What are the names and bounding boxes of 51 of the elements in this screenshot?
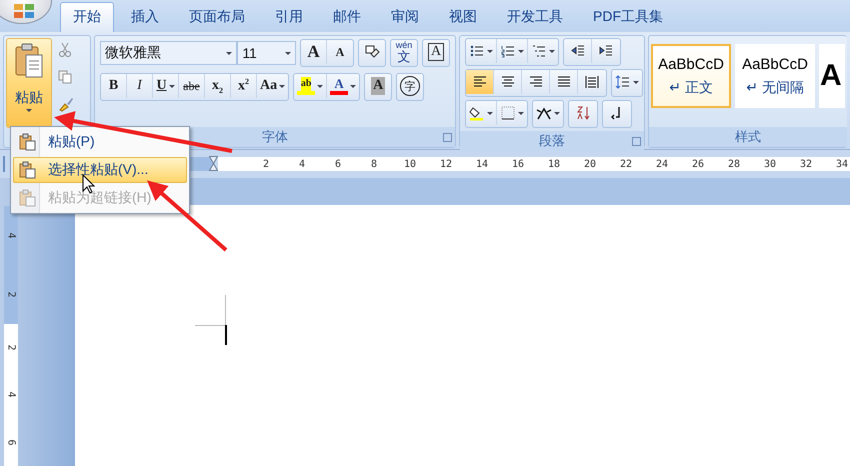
format-button[interactable]: ab xyxy=(294,74,328,98)
multilevel-icon xyxy=(531,43,547,59)
group-label: 段落 xyxy=(460,131,644,151)
font-size-field[interactable]: 11 xyxy=(237,41,296,65)
format-button[interactable]: A xyxy=(301,40,327,64)
office-logo-icon xyxy=(14,4,34,18)
clipboard-icon xyxy=(18,189,36,207)
ribbon-tab[interactable]: 邮件 xyxy=(320,2,374,32)
numbering-icon xyxy=(500,43,516,59)
paste-button[interactable]: 粘贴 xyxy=(6,38,52,128)
format-button[interactable]: A xyxy=(327,40,353,64)
ribbon-tab[interactable]: 视图 xyxy=(436,2,490,32)
clipboard-icon xyxy=(18,161,36,179)
style-tile[interactable]: AaBbCcD ↵ 正文 xyxy=(651,44,731,108)
style-tile[interactable]: AaBbCcD ↵ 无间隔 xyxy=(735,44,815,108)
format-button[interactable]: I xyxy=(127,74,153,98)
format-button[interactable]: x$_{2}$ xyxy=(205,74,231,98)
format-button[interactable]: Aa xyxy=(257,74,288,98)
shading-icon xyxy=(469,105,485,121)
align-left-button[interactable] xyxy=(466,70,494,94)
sort-icon xyxy=(575,105,591,121)
clipboard-icon xyxy=(18,133,36,151)
menu-item[interactable]: 选择性粘贴(V)... xyxy=(13,157,187,183)
asian-layout-icon xyxy=(536,105,552,121)
scissors-icon[interactable] xyxy=(58,42,72,58)
format-button[interactable]: abe xyxy=(179,74,205,98)
style-tile[interactable]: A xyxy=(819,44,845,108)
group-label: 样式 xyxy=(649,127,847,147)
ribbon-tab[interactable]: 插入 xyxy=(118,2,172,32)
bullets-icon xyxy=(469,43,485,59)
vertical-ruler: 4 2 2 4 6 xyxy=(4,206,18,466)
format-button[interactable]: A xyxy=(327,74,360,98)
text-cursor xyxy=(225,325,227,345)
line-spacing-icon xyxy=(615,74,631,90)
ribbon-tab[interactable]: 开发工具 xyxy=(494,2,576,32)
distribute-icon xyxy=(584,74,600,90)
eraser-icon xyxy=(364,44,380,60)
ribbon-tab[interactable]: 开始 xyxy=(60,2,114,32)
format-button[interactable]: x$^{2}$ xyxy=(231,74,257,98)
font-name-field[interactable]: 微软雅黑 xyxy=(100,41,238,65)
format-button[interactable]: B xyxy=(101,74,127,98)
ribbon-tab[interactable]: 审阅 xyxy=(378,2,432,32)
borders-icon xyxy=(500,105,516,121)
paintbrush-icon[interactable] xyxy=(58,96,74,112)
copy-icon[interactable] xyxy=(58,70,72,84)
ribbon-tab[interactable]: PDF工具集 xyxy=(580,2,676,32)
ribbon-tab[interactable]: 页面布局 xyxy=(176,2,258,32)
format-button[interactable]: U xyxy=(153,74,179,98)
margin-corner-mark xyxy=(195,295,226,326)
clipboard-icon xyxy=(14,43,44,79)
ribbon-tab[interactable]: 引用 xyxy=(262,2,316,32)
